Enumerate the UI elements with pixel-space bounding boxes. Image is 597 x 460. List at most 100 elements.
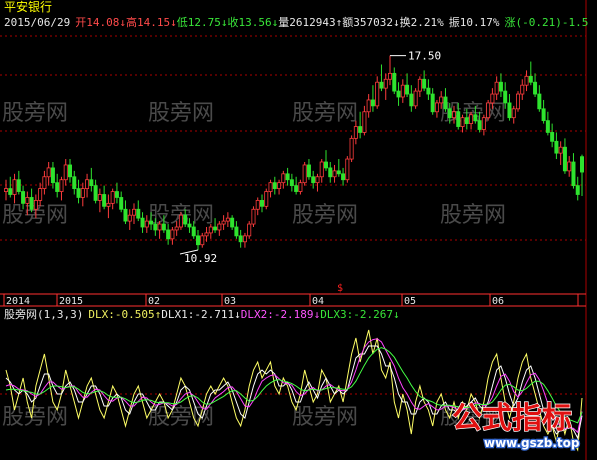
candle-down [285, 173, 290, 181]
dlx1-value: DLX1:-2.711 [161, 308, 235, 321]
candle-down [503, 90, 508, 104]
candle-up [80, 188, 85, 198]
candle-up [366, 99, 371, 113]
candle-up [264, 191, 269, 207]
badge-title: 公式指标 [452, 401, 572, 436]
candle-down [507, 102, 512, 119]
down-arrow-icon: ↓ [234, 308, 241, 321]
candle-up [486, 102, 491, 119]
close-label: 收 [227, 16, 239, 29]
candle-down [554, 140, 559, 154]
watermark-text: 股旁网 [292, 405, 358, 430]
candle-down [161, 223, 166, 231]
candle-up [524, 75, 529, 86]
watermark-text: 股旁网 [2, 101, 68, 126]
candle-up [375, 81, 380, 107]
amplitude-label: 振 [448, 16, 460, 29]
low-label: 10.92 [184, 252, 217, 265]
watermark-text: 股旁网 [2, 405, 68, 430]
candle-up [349, 137, 354, 160]
close-value: 13.56 [238, 16, 272, 29]
candle-up [46, 167, 51, 178]
candle-down [473, 114, 478, 122]
candle-up [4, 188, 9, 192]
axis-tick-label: 06 [492, 296, 504, 307]
axis-tick-label: 02 [148, 296, 160, 307]
candle-down [422, 78, 427, 89]
candle-down [140, 217, 145, 228]
candle-down [426, 87, 431, 95]
watermarks: 股旁网股旁网股旁网股旁网股旁网股旁网股旁网股旁网股旁网股旁网股旁网股旁网 [2, 101, 506, 430]
candle-down [358, 126, 363, 133]
candle-down [336, 170, 341, 175]
candle-up [516, 93, 521, 110]
candle-down [379, 81, 384, 89]
candle-up [417, 78, 422, 92]
candle-up [174, 226, 179, 231]
candle-down [114, 191, 119, 198]
axis-tick-label: 2014 [6, 296, 30, 307]
candle-up [85, 179, 90, 189]
candle-up [110, 191, 115, 204]
axis-tick-label: 03 [224, 296, 236, 307]
candle-down [72, 176, 77, 189]
watermark-text: 股旁网 [292, 101, 358, 126]
candle-down [50, 167, 55, 184]
candle-down [580, 156, 585, 173]
candle-up [332, 170, 337, 178]
candle-down [16, 179, 21, 192]
candle-up [345, 158, 350, 181]
dlx-value: DLX:-0.505 [88, 308, 155, 321]
candle-up [97, 194, 102, 201]
candle-down [456, 111, 461, 127]
open-label: 开 [75, 16, 87, 29]
candle-down [195, 235, 200, 246]
candle-down [238, 235, 243, 243]
candle-down [396, 90, 401, 98]
indicator-bar: 股旁网(1,3,3) DLX:-0.505↑DLX1:-2.711↓DLX2:-2… [4, 308, 400, 321]
candle-down [21, 191, 26, 204]
candle-up [255, 200, 260, 210]
candle-up [277, 182, 282, 189]
indicator-name[interactable]: 股旁网(1,3,3) [4, 308, 83, 321]
candle-up [567, 161, 572, 172]
candle-down [187, 223, 192, 228]
candle-up [268, 182, 273, 192]
stock-name[interactable]: 平安银行 [4, 1, 52, 14]
candle-up [178, 214, 183, 228]
dlx3-value: DLX3:-2.267 [320, 308, 394, 321]
quote-bar: 2015/06/29 开14.08↓高14.15↓低12.75↓收13.56↓量2… [4, 16, 588, 29]
high-label: 高 [125, 16, 137, 29]
candle-up [413, 90, 418, 107]
open-value: 14.08 [86, 16, 120, 29]
axis-tick-label: 04 [312, 296, 324, 307]
candle-up [451, 111, 456, 119]
candle-down [119, 197, 124, 210]
candle-up [520, 84, 525, 95]
candle-up [131, 208, 136, 216]
candle-down [545, 120, 550, 133]
candle-down [575, 185, 580, 195]
candle-down [89, 179, 94, 187]
candle-down [289, 179, 294, 187]
candle-up [439, 96, 444, 104]
axis-tick-label: 2015 [59, 296, 83, 307]
candle-up [319, 161, 324, 178]
candle-up [469, 114, 474, 124]
candle-up [400, 84, 405, 98]
down-arrow-icon: ↓ [393, 308, 400, 321]
candle-down [533, 81, 538, 95]
candle-up [353, 126, 358, 139]
candle-up [362, 111, 367, 133]
event-marker: $ [337, 283, 343, 294]
candle-up [315, 176, 320, 184]
candle-up [25, 197, 30, 204]
candle-down [123, 208, 128, 222]
change-label: 涨 [504, 16, 516, 29]
dlx2-value: DLX2:-2.189 [240, 308, 314, 321]
quote-date: 2015/06/29 [4, 16, 71, 29]
stock-chart[interactable]: 股旁网股旁网股旁网股旁网股旁网股旁网股旁网股旁网股旁网股旁网股旁网股旁网 17.… [0, 0, 597, 460]
candle-down [234, 226, 239, 237]
candle-up [157, 223, 162, 231]
badge-url: www.gszb.top [484, 436, 580, 450]
